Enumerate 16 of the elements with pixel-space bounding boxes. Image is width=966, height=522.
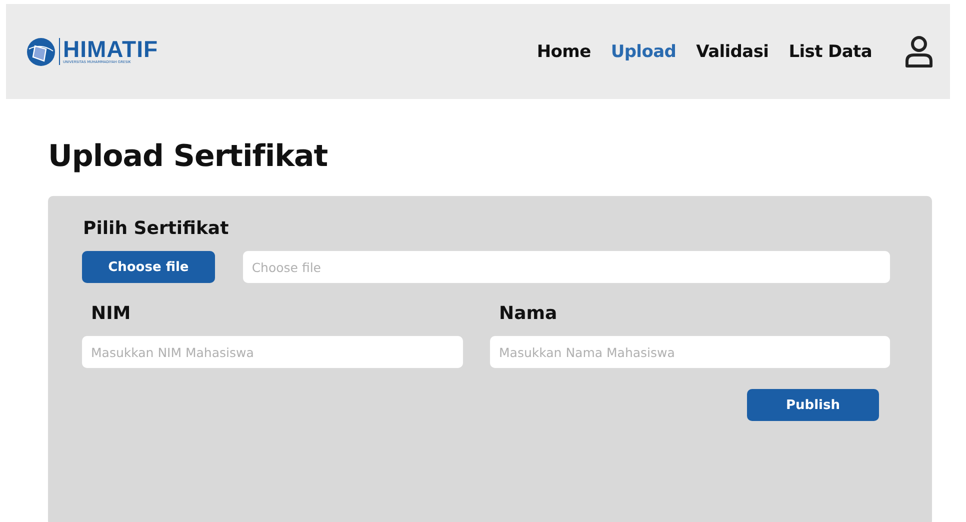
globe-icon bbox=[26, 36, 56, 66]
field-label: NIM bbox=[91, 303, 132, 324]
logo-name: HIMATIF bbox=[63, 38, 158, 60]
nav-link[interactable]: List Data bbox=[788, 42, 872, 62]
page-title: Upload Sertifikat bbox=[48, 139, 329, 174]
file-field[interactable]: Choose file bbox=[242, 251, 890, 283]
publish-button[interactable]: Publish bbox=[747, 389, 879, 421]
nav-link[interactable]: Upload bbox=[610, 42, 676, 62]
input-field[interactable]: Masukkan NIM Mahasiswa bbox=[82, 336, 463, 368]
input-field[interactable]: Masukkan Nama Mahasiswa bbox=[490, 336, 890, 368]
section-label: Pilih Sertifikat bbox=[83, 218, 230, 239]
user-icon[interactable] bbox=[904, 34, 934, 68]
nav-link[interactable]: Validasi bbox=[696, 42, 769, 62]
field-label: Nama bbox=[499, 303, 558, 324]
choose-file-button[interactable]: Choose file bbox=[82, 251, 215, 283]
nav-link[interactable]: Home bbox=[536, 42, 591, 62]
